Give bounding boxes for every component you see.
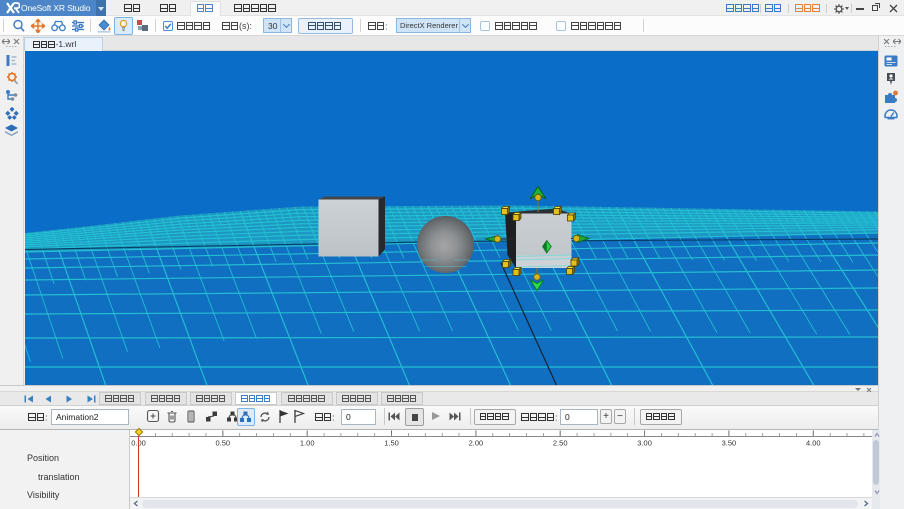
svg-text:3.00: 3.00 <box>637 438 652 447</box>
svg-text:2.50: 2.50 <box>553 438 568 447</box>
svg-text:3.50: 3.50 <box>722 438 737 447</box>
svg-text:1.00: 1.00 <box>300 438 315 447</box>
svg-text:2.00: 2.00 <box>469 438 484 447</box>
svg-text:0.50: 0.50 <box>215 438 230 447</box>
svg-text:4.00: 4.00 <box>806 438 821 447</box>
svg-text:1.50: 1.50 <box>384 438 399 447</box>
